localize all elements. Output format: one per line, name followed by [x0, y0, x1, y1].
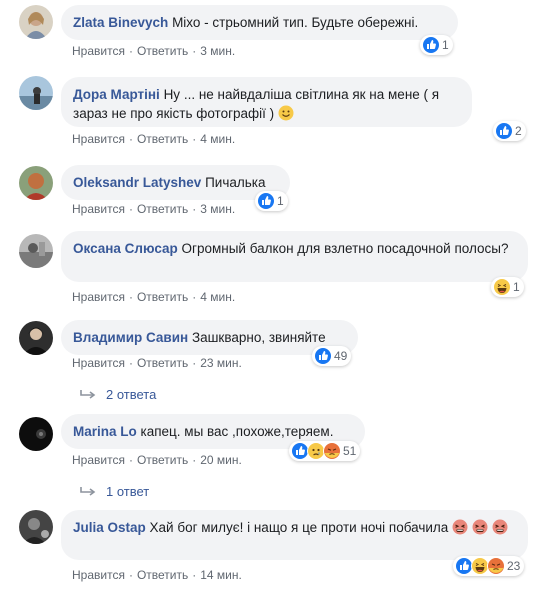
- reactions-summary[interactable]: 1: [255, 191, 288, 211]
- reply-link[interactable]: Ответить: [137, 132, 188, 146]
- reactions-summary[interactable]: 2: [493, 121, 526, 141]
- avatar[interactable]: [19, 321, 53, 355]
- comment-author[interactable]: Дора Мартіні: [73, 87, 160, 102]
- reply-arrow-icon: [80, 389, 96, 399]
- comment-text: Зашкварно, звиняйте: [191, 330, 326, 345]
- like-icon: [314, 347, 332, 365]
- comment-author[interactable]: Оксана Слюсар: [73, 241, 178, 256]
- reactions-summary[interactable]: 51: [289, 441, 361, 461]
- comment-time[interactable]: 14 мин.: [200, 568, 242, 582]
- reply-link[interactable]: Ответить: [137, 290, 188, 304]
- reactions-summary[interactable]: 1: [420, 35, 453, 55]
- comment-time[interactable]: 23 мин.: [200, 356, 242, 370]
- comment-text: Хай бог милує! і нащо я це проти ночі по…: [149, 520, 449, 535]
- tired-face-emoji: [472, 519, 488, 535]
- view-replies-link[interactable]: 2 ответа: [80, 387, 156, 402]
- comment-author[interactable]: Julia Ostap: [73, 520, 146, 535]
- comment-text: Міхо - стрьомний тип. Будьте обережні.: [172, 15, 419, 30]
- like-link[interactable]: Нравится: [72, 356, 125, 370]
- like-link[interactable]: Нравится: [72, 290, 125, 304]
- comment-time[interactable]: 3 мин.: [200, 202, 235, 216]
- comment-actions: Нравится · Ответить · 4 мин.: [72, 290, 236, 304]
- reaction-count: 1: [442, 38, 449, 52]
- replies-count: 1 ответ: [106, 484, 150, 499]
- avatar[interactable]: [19, 76, 53, 110]
- comment-time[interactable]: 3 мин.: [200, 44, 235, 58]
- avatar[interactable]: [19, 234, 53, 268]
- reactions-summary[interactable]: 23: [453, 556, 525, 576]
- reply-link[interactable]: Ответить: [137, 202, 188, 216]
- comment-author[interactable]: Marina Lo: [73, 424, 137, 439]
- avatar[interactable]: [19, 5, 53, 39]
- avatar[interactable]: [19, 166, 53, 200]
- like-link[interactable]: Нравится: [72, 453, 125, 467]
- reply-arrow-icon: [80, 486, 96, 496]
- comment-actions: Нравится · Ответить · 4 мин.: [72, 132, 236, 146]
- comment-bubble: Julia Ostap Хай бог милує! і нащо я це п…: [61, 510, 528, 560]
- reactions-summary[interactable]: 1: [491, 277, 524, 297]
- reaction-count: 23: [507, 559, 521, 573]
- comment-actions: Нравится · Ответить · 14 мин.: [72, 568, 242, 582]
- like-icon: [257, 192, 275, 210]
- comment-actions: Нравится · Ответить · 20 мин.: [72, 453, 242, 467]
- comment-actions: Нравится · Ответить · 3 мин.: [72, 44, 236, 58]
- like-link[interactable]: Нравится: [72, 568, 125, 582]
- comment-time[interactable]: 4 мин.: [200, 132, 235, 146]
- comment-bubble: Оксана Слюсар Огромный балкон для взлетн…: [61, 231, 528, 282]
- haha-icon: [493, 278, 511, 296]
- comment-text: капец. мы вас ,похоже,теряем.: [140, 424, 334, 439]
- tired-face-emoji: [492, 519, 508, 535]
- angry-icon: [487, 557, 505, 575]
- comment-text: Пичалька: [205, 175, 266, 190]
- reply-link[interactable]: Ответить: [137, 453, 188, 467]
- smiling-face-emoji: [278, 105, 294, 121]
- comment-bubble: Дора Мартіні Ну ... не найвдаліша світли…: [61, 77, 472, 127]
- comment-actions: Нравится · Ответить · 3 мин.: [72, 202, 236, 216]
- reaction-count: 51: [343, 444, 357, 458]
- tired-face-emoji: [452, 519, 468, 535]
- reaction-count: 49: [334, 349, 348, 363]
- comment-author[interactable]: Zlata Binevych: [73, 15, 168, 30]
- reaction-count: 2: [515, 124, 522, 138]
- like-link[interactable]: Нравится: [72, 132, 125, 146]
- comment-text: Огромный балкон для взлетно посадочной п…: [181, 241, 509, 256]
- like-link[interactable]: Нравится: [72, 202, 125, 216]
- comment-actions: Нравится · Ответить · 23 мин.: [72, 356, 242, 370]
- comment-time[interactable]: 20 мин.: [200, 453, 242, 467]
- view-replies-link[interactable]: 1 ответ: [80, 484, 149, 499]
- reply-link[interactable]: Ответить: [137, 568, 188, 582]
- like-icon: [495, 122, 513, 140]
- reactions-summary[interactable]: 49: [312, 346, 352, 366]
- replies-count: 2 ответа: [106, 387, 157, 402]
- like-icon: [422, 36, 440, 54]
- like-link[interactable]: Нравится: [72, 44, 125, 58]
- comment-author[interactable]: Владимир Савин: [73, 330, 188, 345]
- reaction-count: 1: [277, 194, 284, 208]
- reaction-count: 1: [513, 280, 520, 294]
- angry-icon: [323, 442, 341, 460]
- comment-bubble: Zlata Binevych Міхо - стрьомний тип. Буд…: [61, 5, 458, 40]
- reply-link[interactable]: Ответить: [137, 356, 188, 370]
- avatar[interactable]: [19, 417, 53, 451]
- reply-link[interactable]: Ответить: [137, 44, 188, 58]
- comment-author[interactable]: Oleksandr Latyshev: [73, 175, 201, 190]
- comment-time[interactable]: 4 мин.: [200, 290, 235, 304]
- avatar[interactable]: [19, 510, 53, 544]
